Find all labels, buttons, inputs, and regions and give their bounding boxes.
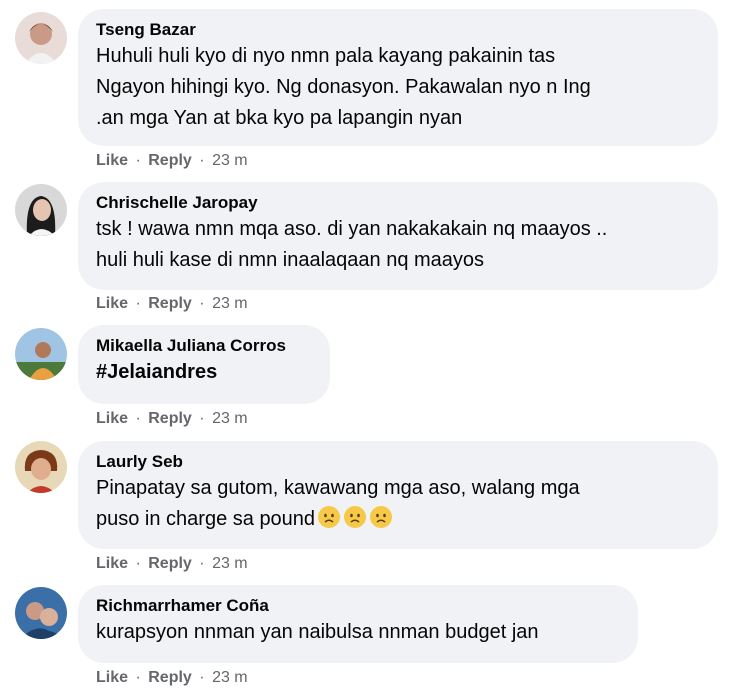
reply-link[interactable]: Reply [148, 295, 192, 312]
separator-dot: · [135, 295, 141, 312]
separator-dot: · [135, 410, 141, 427]
comment-text-line: Huhuli huli kyo di nyo nmn pala kayang p… [96, 45, 556, 67]
separator-dot: · [199, 295, 205, 312]
comment-text-line: .an mga Yan at bka kyo pa lapangin nyan [96, 107, 463, 129]
comment-actions: Like · Reply · 23 m [96, 668, 248, 688]
like-link[interactable]: Like [96, 555, 128, 572]
separator-dot: · [199, 669, 205, 686]
separator-dot: · [135, 555, 141, 572]
comment-timestamp[interactable]: 23 m [212, 669, 248, 686]
avatar[interactable] [15, 441, 67, 493]
comment-text-line: huli huli kase di nmn inaalaqaan nq maay… [96, 249, 485, 271]
comment-text-line: Pinapatay sa gutom, kawawang mga aso, wa… [96, 477, 580, 499]
comment-author-name[interactable]: Laurly Seb [96, 451, 183, 473]
comment-bubble: Mikaella Juliana Corros #Jelaiandres [78, 325, 330, 404]
reply-link[interactable]: Reply [148, 669, 192, 686]
like-link[interactable]: Like [96, 295, 128, 312]
comment-timestamp[interactable]: 23 m [212, 555, 248, 572]
comment-actions: Like · Reply · 23 m [96, 554, 248, 574]
like-link[interactable]: Like [96, 410, 128, 427]
sad-face-emoji-icon [370, 506, 393, 528]
reply-link[interactable]: Reply [148, 410, 192, 427]
separator-dot: · [199, 410, 205, 427]
sad-face-emoji-icon [318, 506, 341, 528]
comment-bubble: Chrischelle Jaropay tsk ! wawa nmn mqa a… [78, 182, 718, 290]
comment-text-line: puso in charge sa pound [96, 504, 700, 535]
like-link[interactable]: Like [96, 152, 128, 169]
separator-dot: · [135, 152, 141, 169]
comment-actions: Like · Reply · 23 m [96, 294, 248, 314]
comment-actions: Like · Reply · 23 m [96, 409, 248, 429]
comment-author-name[interactable]: Mikaella Juliana Corros [96, 335, 286, 357]
comment-timestamp[interactable]: 23 m [212, 410, 248, 427]
avatar[interactable] [15, 184, 67, 236]
sad-face-emoji-icon [344, 506, 367, 528]
comment-bubble: Tseng Bazar Huhuli huli kyo di nyo nmn p… [78, 9, 718, 146]
separator-dot: · [199, 152, 205, 169]
reply-link[interactable]: Reply [148, 555, 192, 572]
comment-author-name[interactable]: Chrischelle Jaropay [96, 192, 258, 214]
avatar[interactable] [15, 12, 67, 64]
separator-dot: · [135, 669, 141, 686]
comment-text-line: tsk ! wawa nmn mqa aso. di yan nakakakai… [96, 218, 608, 240]
comment-author-name[interactable]: Richmarrhamer Coña [96, 595, 269, 617]
avatar[interactable] [15, 328, 67, 380]
comment-bubble: Laurly Seb Pinapatay sa gutom, kawawang … [78, 441, 718, 549]
reply-link[interactable]: Reply [148, 152, 192, 169]
comment-text-line: Ngayon hihingi kyo. Ng donasyon. Pakawal… [96, 76, 591, 98]
comment-text-fragment: puso in charge sa pound [96, 508, 316, 530]
comment-timestamp[interactable]: 23 m [212, 152, 248, 169]
comment-text-line: kurapsyon nnman yan naibulsa nnman budge… [96, 621, 539, 643]
avatar[interactable] [15, 587, 67, 639]
comment-bubble: Richmarrhamer Coña kurapsyon nnman yan n… [78, 585, 638, 663]
comment-author-name[interactable]: Tseng Bazar [96, 19, 196, 41]
like-link[interactable]: Like [96, 669, 128, 686]
comment-actions: Like · Reply · 23 m [96, 151, 248, 171]
comment-timestamp[interactable]: 23 m [212, 295, 248, 312]
hashtag-link[interactable]: #Jelaiandres [96, 357, 312, 388]
separator-dot: · [199, 555, 205, 572]
